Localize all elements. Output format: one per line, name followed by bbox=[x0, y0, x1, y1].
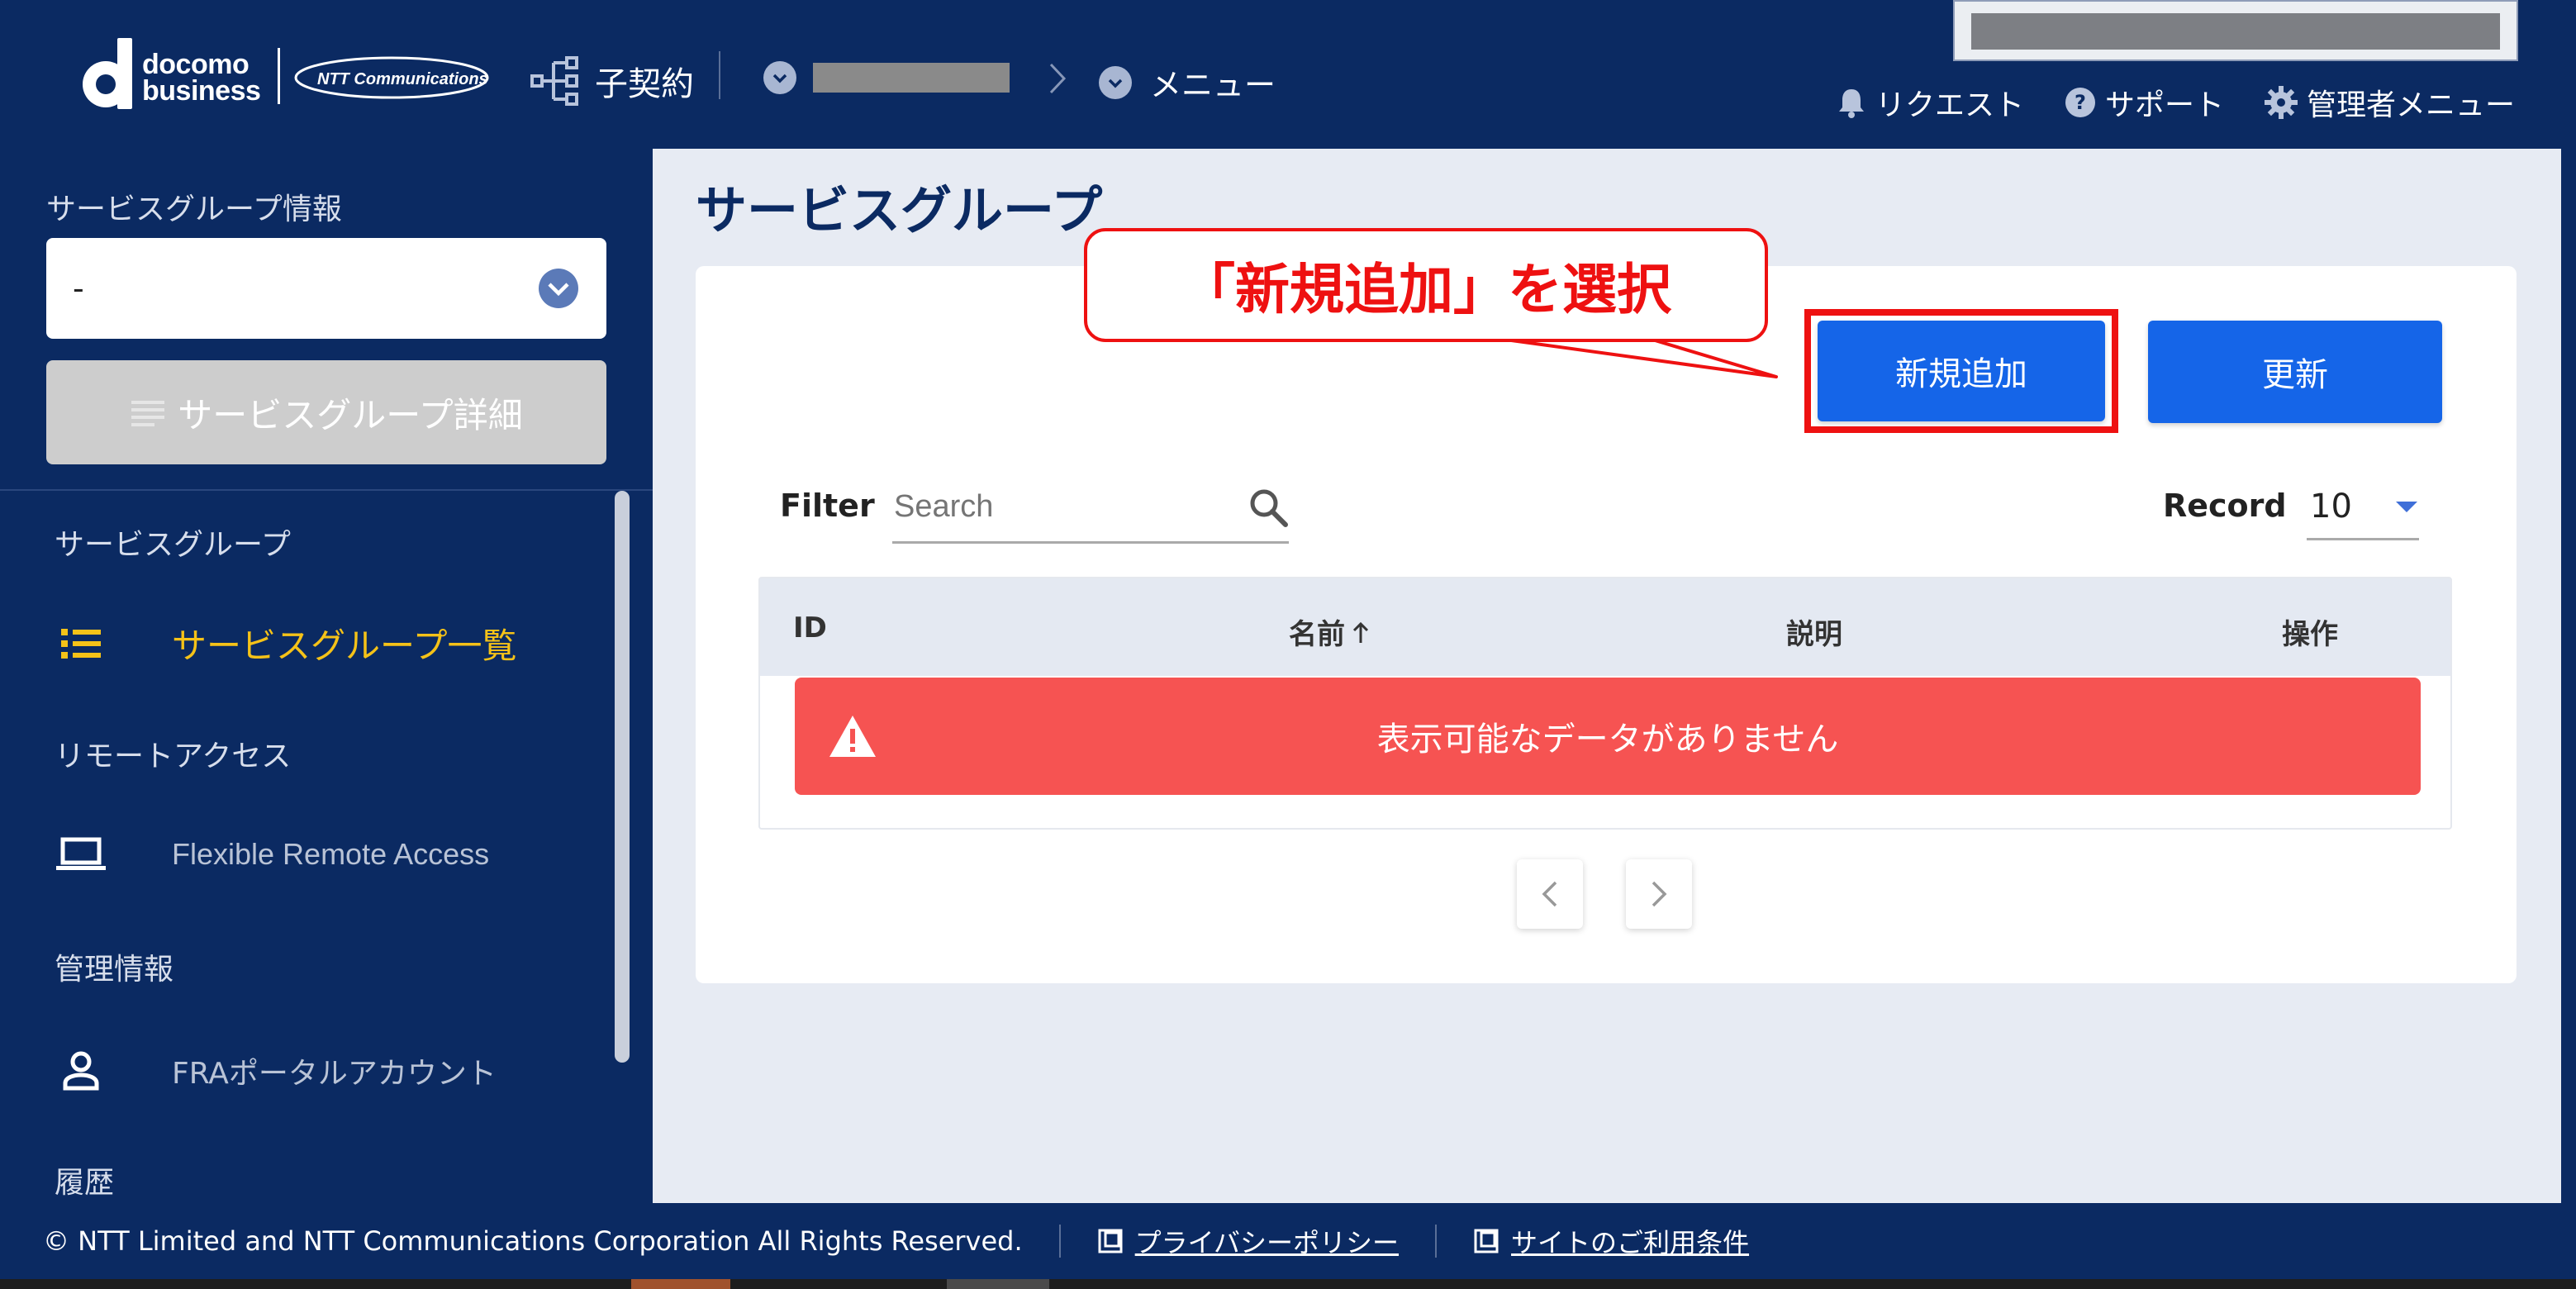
sidebar-item-flexible-remote-access[interactable]: Flexible Remote Access bbox=[55, 836, 489, 873]
breadcrumb-separator-icon bbox=[1049, 63, 1067, 94]
sidebar-item-fra-portal-account[interactable]: FRAポータルアカウント bbox=[55, 1049, 497, 1092]
list-lines-icon bbox=[131, 401, 165, 426]
column-header-name[interactable]: 名前 bbox=[1289, 611, 1371, 652]
record-count-select[interactable]: 10 bbox=[2307, 474, 2419, 540]
record-count-value: 10 bbox=[2310, 487, 2352, 526]
header-divider bbox=[719, 51, 720, 99]
terms-of-use-link[interactable]: サイトのご利用条件 bbox=[1473, 1222, 1749, 1260]
hierarchy-icon bbox=[530, 56, 578, 106]
prev-page-button[interactable] bbox=[1517, 859, 1583, 929]
help-circle-icon: ? bbox=[2065, 88, 2095, 117]
column-header-actions: 操作 bbox=[2282, 618, 2338, 651]
column-header-id[interactable]: ID bbox=[793, 611, 827, 644]
request-link[interactable]: リクエスト bbox=[1836, 81, 2024, 124]
warning-icon bbox=[829, 716, 876, 757]
list-icon bbox=[61, 628, 101, 659]
sidebar-scrollbar[interactable] bbox=[615, 491, 630, 1063]
docomo-d-logo-icon bbox=[83, 38, 132, 109]
taskbar-strip bbox=[0, 1279, 2576, 1289]
contract-switcher[interactable]: 子契約 bbox=[529, 55, 694, 107]
service-group-detail-button[interactable]: サービスグループ詳細 bbox=[46, 360, 606, 464]
footer-divider bbox=[1435, 1225, 1438, 1258]
user-account-box[interactable] bbox=[1953, 0, 2518, 61]
sidebar-item-service-group-list[interactable]: サービスグループ一覧 bbox=[55, 618, 516, 668]
service-group-select[interactable]: - bbox=[46, 238, 606, 339]
bell-icon bbox=[1838, 89, 1864, 118]
breadcrumb-account[interactable] bbox=[763, 61, 1010, 94]
nav-section-management: 管理情報 bbox=[55, 953, 174, 987]
ntt-communications-logo: NTT Communications bbox=[294, 56, 489, 99]
external-link-icon bbox=[1098, 1229, 1123, 1253]
taskbar-accent bbox=[631, 1279, 730, 1289]
logo-divider bbox=[278, 48, 280, 104]
redacted-account-name bbox=[813, 63, 1010, 93]
service-group-select-value: - bbox=[73, 270, 84, 307]
search-field bbox=[892, 473, 1289, 544]
redacted-user-name bbox=[1971, 13, 2500, 50]
window-edge bbox=[2561, 0, 2576, 1279]
admin-menu-link[interactable]: 管理者メニュー bbox=[2264, 81, 2515, 124]
table-header: ID 名前 説明 操作 bbox=[760, 578, 2450, 676]
sidebar-divider bbox=[0, 489, 653, 491]
refresh-button[interactable]: 更新 bbox=[2148, 321, 2442, 423]
search-input[interactable] bbox=[892, 488, 1206, 526]
search-icon[interactable] bbox=[1248, 487, 1289, 528]
service-group-info-label: サービスグループ情報 bbox=[46, 193, 342, 226]
external-link-icon bbox=[1474, 1229, 1499, 1253]
nav-section-history: 履歴 bbox=[55, 1166, 115, 1200]
app-header: docomo business NTT Communications 子契約 メ… bbox=[0, 0, 2576, 149]
sidebar: サービスグループ情報 - サービスグループ詳細 サービスグループ サービスグルー… bbox=[0, 149, 653, 1203]
breadcrumb-menu[interactable]: メニュー bbox=[1099, 59, 1276, 105]
page-title: サービスグループ bbox=[696, 180, 1103, 240]
docomo-business-logo: docomo business bbox=[142, 49, 261, 107]
caret-down-icon bbox=[2396, 501, 2417, 512]
service-group-table: ID 名前 説明 操作 表示可能なデータがありません bbox=[758, 577, 2452, 830]
header-links: リクエスト ? サポート 管理者メニュー bbox=[1836, 81, 2515, 124]
nav-section-remote-access: リモートアクセス bbox=[55, 740, 292, 773]
instruction-callout: 「新規追加」を選択 bbox=[1084, 228, 1768, 342]
support-link[interactable]: ? サポート bbox=[2064, 81, 2224, 124]
empty-data-alert: 表示可能なデータがありません bbox=[795, 678, 2421, 795]
chevron-down-icon bbox=[763, 61, 796, 94]
footer: © NTT Limited and NTT Communications Cor… bbox=[0, 1203, 2576, 1279]
chevron-down-icon bbox=[1099, 65, 1132, 99]
chevron-down-icon bbox=[539, 269, 578, 308]
contract-label: 子契約 bbox=[595, 65, 694, 103]
record-label: Record bbox=[2163, 488, 2287, 524]
chevron-left-icon bbox=[1542, 881, 1557, 907]
column-header-description[interactable]: 説明 bbox=[1786, 611, 1842, 652]
svg-text:?: ? bbox=[2075, 91, 2086, 114]
gear-icon bbox=[2264, 86, 2298, 119]
empty-data-message: 表示可能なデータがありません bbox=[1376, 721, 1839, 759]
filter-label: Filter bbox=[780, 488, 875, 524]
next-page-button[interactable] bbox=[1626, 859, 1692, 929]
svg-text:NTT Communications: NTT Communications bbox=[317, 70, 488, 88]
person-icon bbox=[63, 1051, 99, 1091]
footer-divider bbox=[1058, 1225, 1061, 1258]
chevron-right-icon bbox=[1652, 881, 1667, 907]
copyright-text: © NTT Limited and NTT Communications Cor… bbox=[43, 1225, 1023, 1257]
sort-ascending-icon bbox=[1352, 621, 1369, 643]
add-button-highlight bbox=[1804, 309, 2118, 433]
breadcrumb-menu-label: メニュー bbox=[1150, 67, 1276, 103]
taskbar-accent bbox=[947, 1279, 1049, 1289]
nav-section-service-group: サービスグループ bbox=[55, 528, 291, 562]
privacy-policy-link[interactable]: プライバシーポリシー bbox=[1097, 1222, 1399, 1260]
laptop-icon bbox=[56, 837, 106, 870]
